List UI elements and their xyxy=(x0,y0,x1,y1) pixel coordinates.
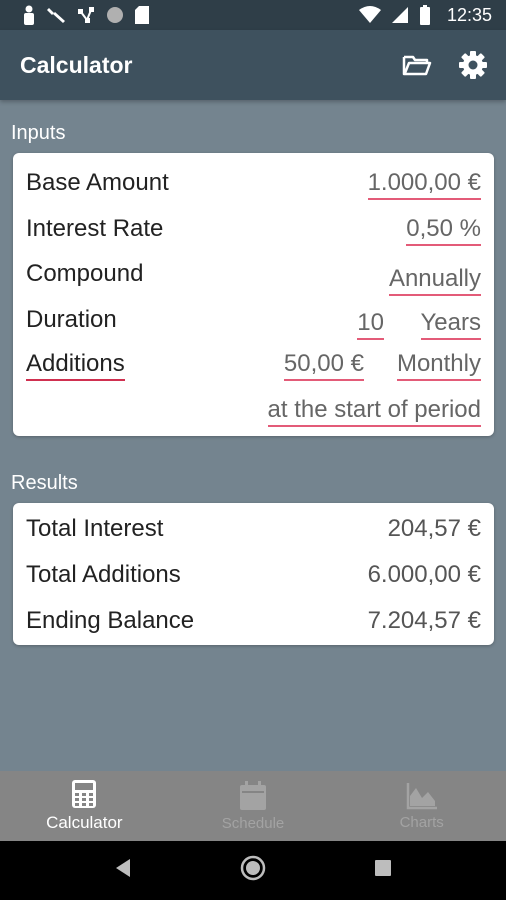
compound-select[interactable]: Annually xyxy=(388,265,481,296)
results-section-title: Results xyxy=(11,472,78,494)
status-bar: 12:35 xyxy=(0,0,506,30)
settings-button[interactable] xyxy=(458,50,488,80)
results-card: Total Interest 204,57 € Total Additions … xyxy=(13,503,494,645)
nav-calculator[interactable]: Calculator xyxy=(0,771,169,841)
home-circle-icon xyxy=(240,855,266,881)
recents-square-icon xyxy=(375,860,391,876)
person-icon xyxy=(24,5,34,25)
total-interest-row: Total Interest 204,57 € xyxy=(26,515,481,555)
calendar-icon xyxy=(240,780,266,810)
additions-timing-row: at the start of period xyxy=(26,396,481,436)
wrench-icon xyxy=(47,8,65,23)
total-additions-label: Total Additions xyxy=(26,561,181,588)
additions-amount[interactable]: 50,00 € xyxy=(283,350,364,381)
interest-rate-row: Interest Rate 0,50 % xyxy=(26,215,481,255)
base-amount-row: Base Amount 1.000,00 € xyxy=(26,169,481,209)
additions-timing-select[interactable]: at the start of period xyxy=(267,396,481,427)
circle-icon xyxy=(107,7,123,23)
interest-rate-label: Interest Rate xyxy=(26,215,164,242)
system-recents-button[interactable] xyxy=(374,859,392,882)
gear-icon xyxy=(459,51,487,79)
ending-balance-label: Ending Balance xyxy=(26,607,195,634)
total-additions-row: Total Additions 6.000,00 € xyxy=(26,561,481,601)
ending-balance-value: 7.204,57 € xyxy=(367,607,481,634)
area-chart-icon xyxy=(406,782,437,809)
network-icon xyxy=(78,7,94,23)
app-actions xyxy=(402,50,488,80)
total-interest-label: Total Interest xyxy=(26,515,164,542)
nav-schedule-label: Schedule xyxy=(221,814,285,832)
interest-rate-value[interactable]: 0,50 % xyxy=(406,215,481,246)
signal-icon xyxy=(391,7,408,23)
open-file-button[interactable] xyxy=(402,53,432,77)
duration-unit-select[interactable]: Years xyxy=(420,309,481,340)
additions-frequency-select[interactable]: Monthly xyxy=(396,350,481,381)
duration-label: Duration xyxy=(26,306,117,333)
nav-calculator-label: Calculator xyxy=(46,813,123,832)
base-amount-value[interactable]: 1.000,00 € xyxy=(367,169,481,200)
battery-icon xyxy=(419,5,430,25)
back-triangle-icon xyxy=(116,859,130,877)
folder-open-icon xyxy=(402,55,432,76)
calculator-icon xyxy=(72,780,97,808)
system-navigation-bar xyxy=(0,841,506,900)
additions-label[interactable]: Additions xyxy=(26,350,125,381)
wifi-icon xyxy=(358,6,381,23)
bottom-navigation: Calculator Schedule Charts xyxy=(0,771,506,841)
nav-charts[interactable]: Charts xyxy=(337,771,506,841)
app-bar: Calculator xyxy=(0,30,506,100)
nav-charts-label: Charts xyxy=(399,813,444,831)
status-right-icons: 12:35 xyxy=(358,4,492,26)
total-additions-value: 6.000,00 € xyxy=(367,561,481,588)
system-home-button[interactable] xyxy=(240,855,266,886)
nav-schedule[interactable]: Schedule xyxy=(169,771,338,841)
ending-balance-row: Ending Balance 7.204,57 € xyxy=(26,607,481,647)
inputs-card: Base Amount 1.000,00 € Interest Rate 0,5… xyxy=(13,153,494,436)
app-title: Calculator xyxy=(20,51,133,78)
additions-row: Additions 50,00 € Monthly xyxy=(26,350,481,390)
status-time: 12:35 xyxy=(446,4,492,25)
compound-row: Compound Annually xyxy=(26,260,481,300)
duration-value[interactable]: 10 xyxy=(357,309,384,340)
system-back-button[interactable] xyxy=(114,858,132,883)
compound-label: Compound xyxy=(26,260,144,287)
total-interest-value: 204,57 € xyxy=(387,515,481,542)
status-left-icons xyxy=(22,5,150,25)
base-amount-label: Base Amount xyxy=(26,169,169,196)
inputs-section-title: Inputs xyxy=(11,122,66,144)
duration-row: Duration 10 Years xyxy=(26,306,481,346)
sd-card-icon xyxy=(135,6,149,24)
